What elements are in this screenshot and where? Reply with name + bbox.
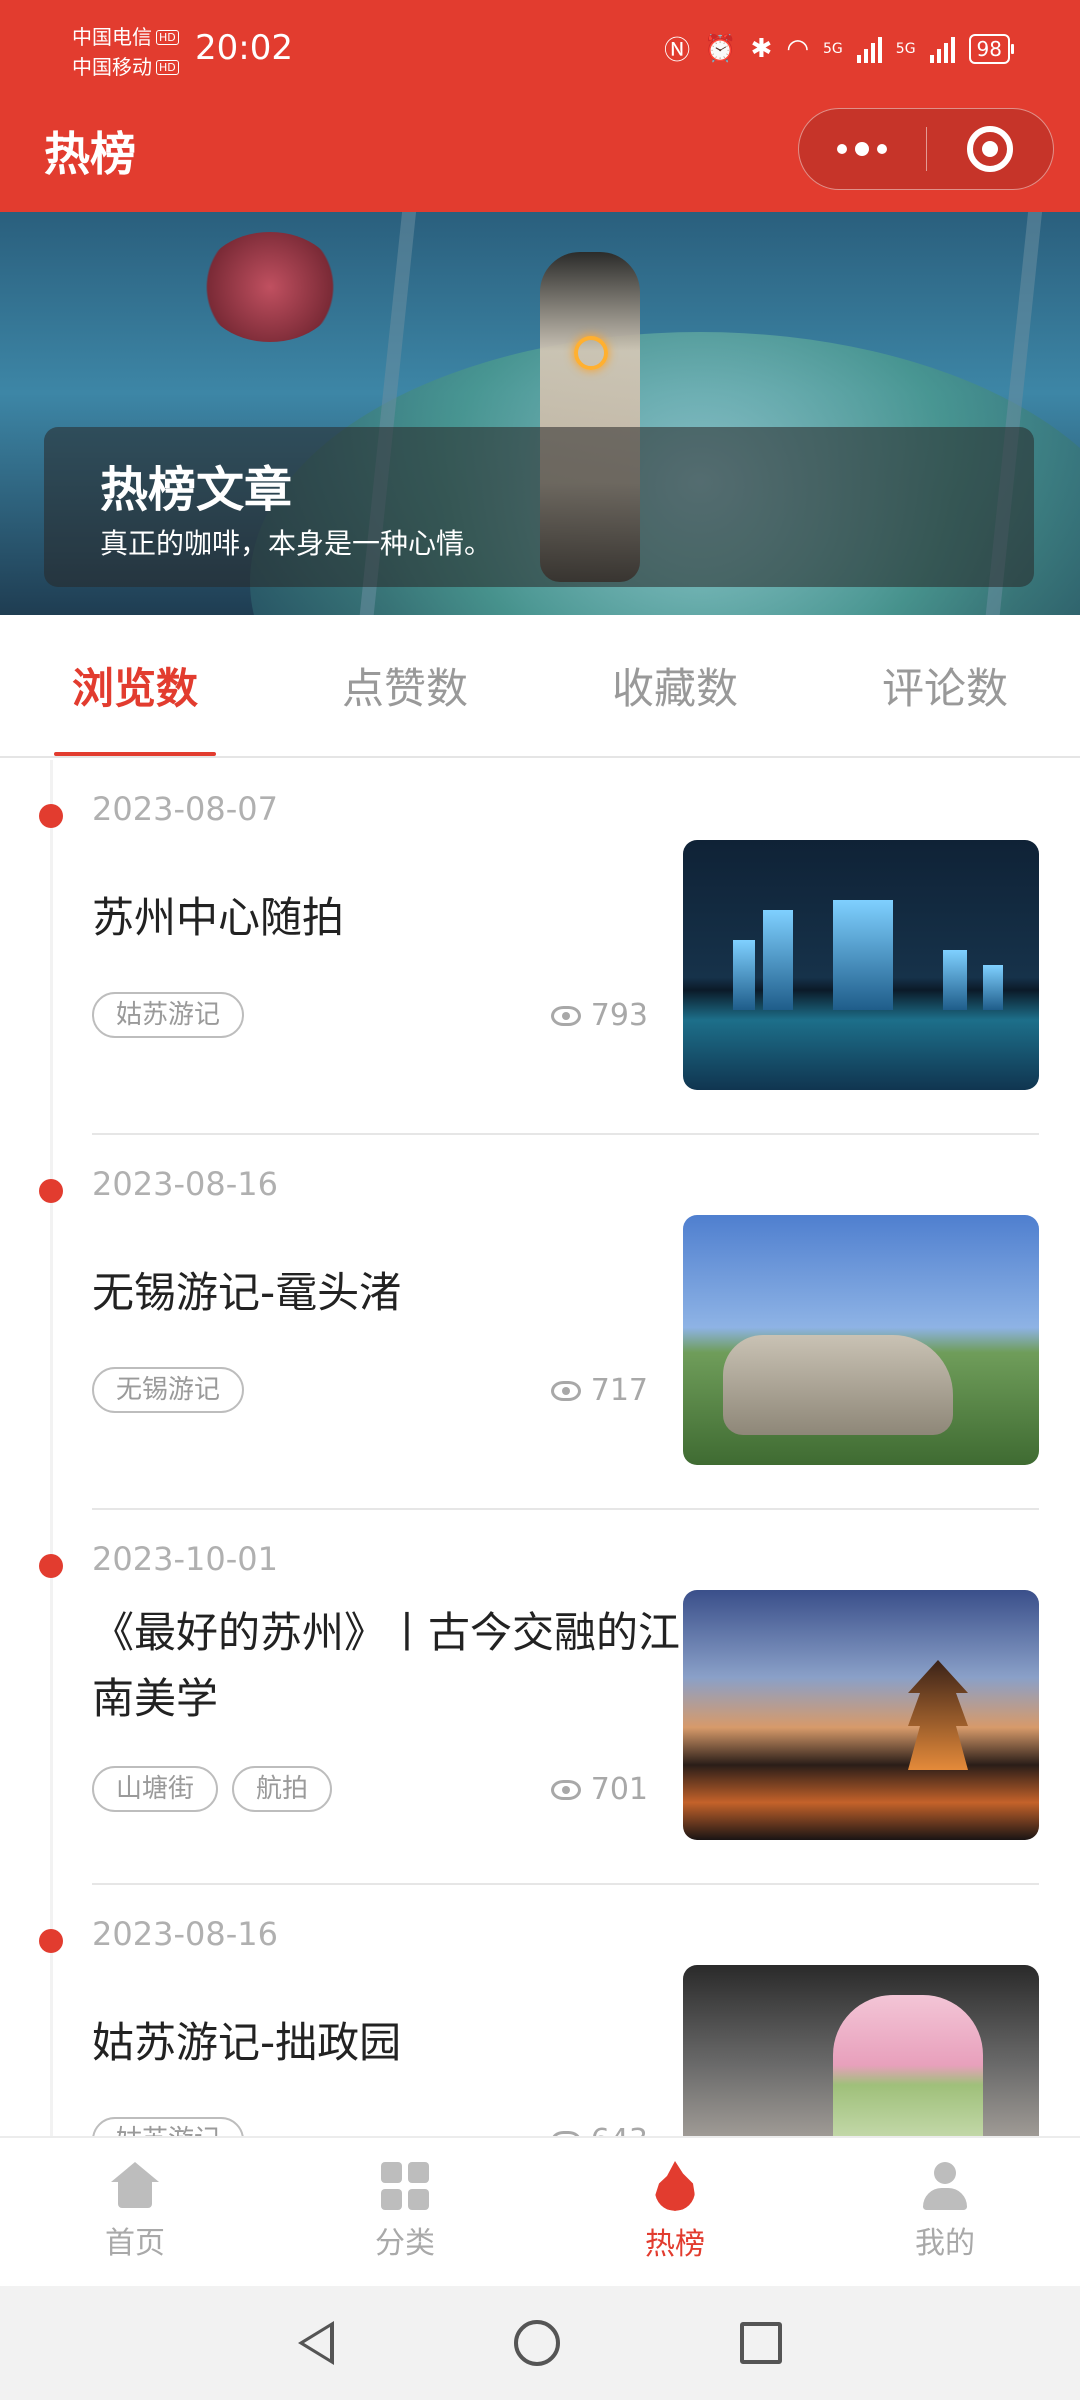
nav-home-label: 首页 [105, 2226, 165, 2261]
bottom-tab-bar: 首页 分类 热榜 我的 [0, 2136, 1080, 2286]
article-date: 2023-08-16 [92, 1915, 278, 1953]
hd-badge-1: HD [156, 29, 179, 45]
more-dot-icon [877, 144, 888, 154]
tab-comments[interactable]: 评论数 [810, 615, 1080, 756]
article-date: 2023-10-01 [92, 1540, 278, 1578]
nav-category[interactable]: 分类 [270, 2138, 540, 2286]
view-count: 793 [550, 998, 648, 1033]
view-count-value: 793 [590, 998, 648, 1033]
more-dot-icon [837, 144, 848, 154]
view-count-value: 717 [590, 1373, 648, 1408]
list-item[interactable]: 2023-08-07 苏州中心随拍 姑苏游记 793 [0, 760, 1080, 1135]
recent-apps-icon[interactable] [740, 2322, 782, 2364]
article-title: 苏州中心随拍 [92, 893, 345, 942]
miniprogram-capsule [798, 108, 1054, 190]
hd-badge-2: HD [156, 59, 179, 75]
article-tags: 姑苏游记 [92, 2117, 245, 2136]
article-title: 无锡游记-鼋头渚 [92, 1268, 402, 1317]
eye-icon [550, 1005, 581, 1026]
category-grid-icon [381, 2162, 429, 2210]
nav-home[interactable]: 首页 [0, 2138, 270, 2286]
banner-glow-ring [574, 336, 608, 370]
bluetooth-icon: ✱ [750, 33, 773, 64]
article-date: 2023-08-07 [92, 790, 278, 828]
article-thumbnail[interactable] [683, 1590, 1039, 1840]
article-tag[interactable]: 山塘街 [92, 1766, 219, 1812]
nav-category-label: 分类 [375, 2226, 435, 2261]
timeline-dot [39, 1179, 63, 1203]
tab-likes[interactable]: 点赞数 [270, 615, 540, 756]
user-icon [921, 2162, 969, 2210]
tab-views[interactable]: 浏览数 [0, 615, 270, 756]
close-miniprogram-button[interactable] [926, 109, 1053, 189]
article-date: 2023-08-16 [92, 1165, 278, 1203]
status-time: 20:02 [195, 28, 293, 68]
view-count: 701 [550, 1772, 648, 1807]
nav-mine-label: 我的 [915, 2226, 975, 2261]
carrier-2: 中国移动 [72, 55, 152, 79]
nav-mine[interactable]: 我的 [810, 2138, 1080, 2286]
article-title: 姑苏游记-拙政园 [92, 2018, 402, 2067]
network-type-2: 5G [895, 40, 916, 57]
back-icon[interactable] [298, 2321, 334, 2365]
article-list: 2023-08-07 苏州中心随拍 姑苏游记 793 2023-08-16 无锡… [0, 760, 1080, 2136]
view-count: 717 [550, 1373, 648, 1408]
status-icons: Ⓝ ⏰ ✱ ◠ 5G 5G 98 [664, 30, 1015, 67]
eye-icon [550, 1380, 581, 1401]
view-count-value: 701 [590, 1772, 648, 1807]
more-button[interactable] [799, 109, 926, 189]
home-icon [111, 2162, 159, 2210]
article-tag[interactable]: 无锡游记 [92, 1367, 245, 1413]
timeline-dot [39, 804, 63, 828]
article-thumbnail[interactable] [683, 1215, 1039, 1465]
list-item[interactable]: 2023-08-16 姑苏游记-拙政园 姑苏游记 643 [0, 1885, 1080, 2136]
banner-tree-image [200, 232, 340, 342]
target-icon [966, 126, 1013, 172]
article-tags: 山塘街 航拍 [92, 1766, 333, 1812]
list-item[interactable]: 2023-08-16 无锡游记-鼋头渚 无锡游记 717 [0, 1135, 1080, 1510]
view-count: 643 [550, 2123, 648, 2136]
hot-articles-banner[interactable]: 热榜文章 真正的咖啡，本身是一种心情。 [0, 212, 1080, 615]
nav-hot[interactable]: 热榜 [540, 2138, 810, 2286]
article-tags: 无锡游记 [92, 1367, 245, 1413]
carrier-info: 中国电信 HD 中国移动 HD [72, 22, 179, 82]
flame-icon [655, 2161, 695, 2211]
banner-title: 热榜文章 [100, 462, 293, 518]
carrier-1: 中国电信 [72, 25, 152, 49]
nfc-icon: Ⓝ [664, 36, 691, 66]
article-thumbnail[interactable] [683, 1965, 1039, 2136]
timeline-dot [39, 1554, 63, 1578]
list-item[interactable]: 2023-10-01 《最好的苏州》丨古今交融的江南美学 山塘街 航拍 701 [0, 1510, 1080, 1885]
article-tag[interactable]: 姑苏游记 [92, 992, 245, 1038]
alarm-icon: ⏰ [704, 33, 737, 64]
timeline-dot [39, 1929, 63, 1953]
signal-icon-2 [929, 35, 955, 63]
article-thumbnail[interactable] [683, 840, 1039, 1090]
eye-icon [550, 1779, 581, 1800]
article-tag[interactable]: 姑苏游记 [92, 2117, 245, 2136]
network-type-1: 5G [823, 40, 843, 57]
home-circle-icon[interactable] [514, 2320, 560, 2366]
article-title: 《最好的苏州》丨古今交融的江南美学 [92, 1608, 681, 1723]
system-nav-bar [0, 2286, 1080, 2400]
article-tags: 姑苏游记 [92, 992, 245, 1038]
article-tag[interactable]: 航拍 [232, 1766, 333, 1812]
sort-tabs: 浏览数 点赞数 收藏数 评论数 [0, 615, 1080, 758]
signal-icon-1 [856, 35, 882, 63]
nav-hot-label: 热榜 [645, 2227, 705, 2262]
app-header: 中国电信 HD 中国移动 HD 20:02 Ⓝ ⏰ ✱ ◠ 5G 5G 98 热榜 [0, 0, 1080, 212]
more-dot-icon [855, 142, 870, 156]
tab-favorites[interactable]: 收藏数 [540, 615, 810, 756]
page-title: 热榜 [44, 127, 136, 181]
battery-icon: 98 [968, 33, 1015, 64]
wifi-icon: ◠ [786, 33, 810, 64]
banner-subtitle: 真正的咖啡，本身是一种心情。 [100, 527, 493, 560]
view-count-value: 643 [591, 2123, 648, 2136]
